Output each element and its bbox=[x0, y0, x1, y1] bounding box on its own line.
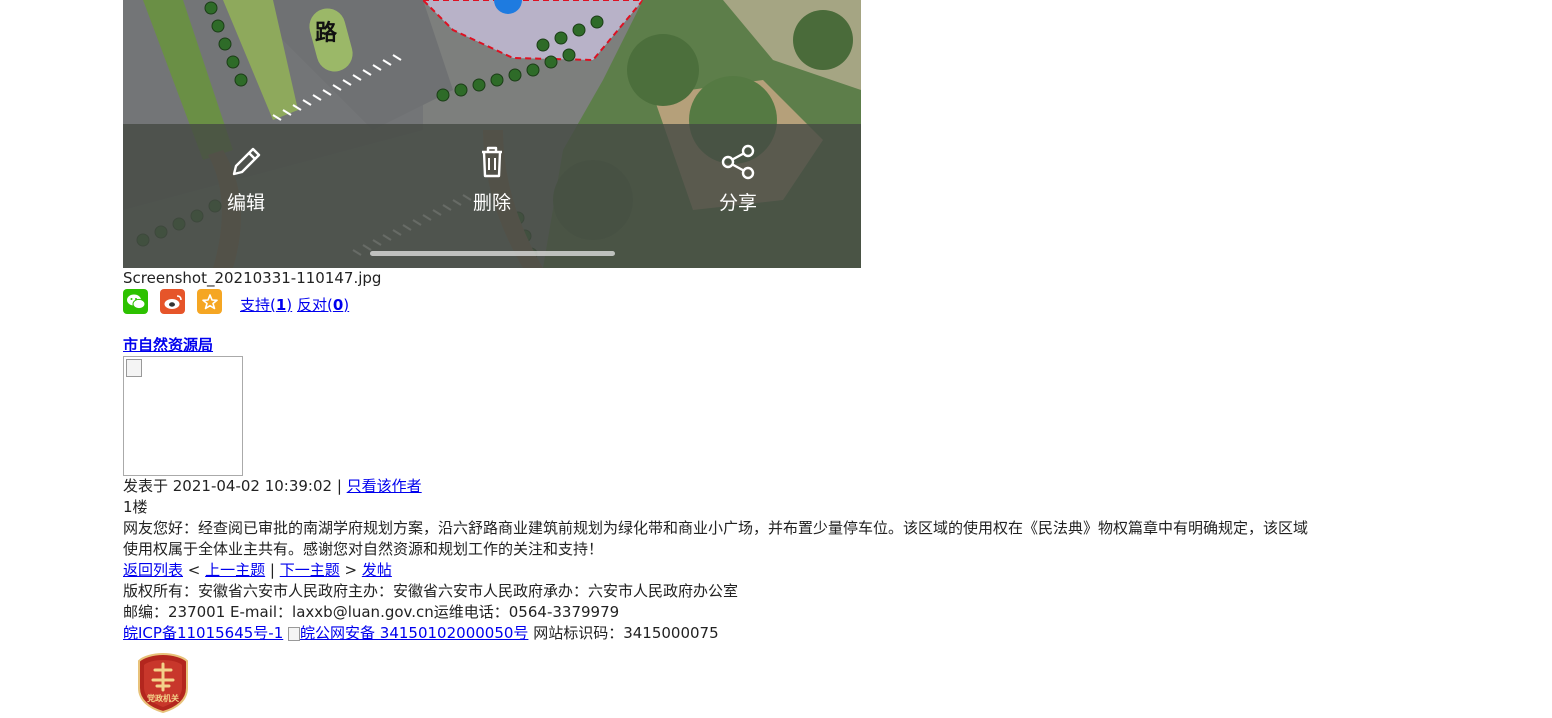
reply-content: 网友您好：经查阅已审批的南湖学府规划方案，沿六舒路商业建筑前规划为绿化带和商业小… bbox=[123, 519, 1309, 558]
prev-topic-link[interactable]: 上一主题 bbox=[205, 561, 265, 579]
only-author-link[interactable]: 只看该作者 bbox=[347, 477, 422, 495]
wechat-icon[interactable] bbox=[123, 289, 148, 314]
support-link[interactable]: 支持(1) bbox=[240, 294, 292, 315]
trash-icon bbox=[482, 146, 502, 178]
home-indicator bbox=[370, 251, 615, 256]
back-to-list-link[interactable]: 返回列表 bbox=[123, 561, 183, 579]
nav-sep-bar: | bbox=[265, 561, 280, 579]
map-road-label: 路 bbox=[315, 20, 338, 46]
party-government-emblem-icon: 党政机关 bbox=[138, 652, 188, 714]
delete-label: 删除 bbox=[472, 192, 511, 214]
share-button[interactable]: 分享 bbox=[688, 142, 788, 215]
reply-author-link[interactable]: 市自然资源局 bbox=[123, 335, 213, 356]
edit-button[interactable]: 编辑 bbox=[196, 142, 296, 215]
against-close: ) bbox=[343, 296, 350, 314]
site-code: 网站标识码：3415000075 bbox=[528, 624, 719, 642]
image-action-bar: 编辑 删除 分享 bbox=[123, 124, 861, 268]
attachment-filename: Screenshot_20210331-110147.jpg bbox=[123, 269, 382, 287]
author-avatar[interactable] bbox=[123, 356, 243, 476]
police-badge-icon bbox=[288, 626, 301, 641]
nav-sep-lt: < bbox=[183, 561, 206, 579]
share-icon bbox=[721, 144, 755, 180]
edit-label: 编辑 bbox=[226, 192, 265, 214]
weibo-icon[interactable] bbox=[160, 289, 185, 314]
favorite-star-icon[interactable] bbox=[197, 289, 222, 314]
against-label: 反对( bbox=[297, 296, 333, 314]
police-record-link[interactable]: 皖公网安备 34150102000050号 bbox=[288, 624, 528, 642]
support-close: ) bbox=[286, 296, 293, 314]
footer-copyright: 版权所有：安徽省六安市人民政府主办：安徽省六安市人民政府承办：六安市人民政府办公… bbox=[123, 582, 739, 600]
pencil-icon bbox=[232, 147, 261, 176]
next-topic-link[interactable]: 下一主题 bbox=[280, 561, 340, 579]
floor-number: 1楼 bbox=[123, 498, 148, 516]
footer-registration: 皖ICP备11015645号-1 皖公网安备 34150102000050号 网… bbox=[123, 623, 719, 644]
badge-text: 党政机关 bbox=[147, 693, 179, 703]
against-count: 0 bbox=[332, 296, 344, 314]
new-post-link[interactable]: 发帖 bbox=[362, 561, 392, 579]
icp-link[interactable]: 皖ICP备11015645号-1 bbox=[123, 624, 283, 642]
broken-image-icon bbox=[126, 359, 142, 377]
nav-sep-gt: > bbox=[339, 561, 362, 579]
share-label: 分享 bbox=[718, 192, 757, 214]
against-link[interactable]: 反对(0) bbox=[297, 294, 349, 315]
attachment-image[interactable]: 路 编辑 删除 分享 bbox=[123, 0, 861, 268]
post-meta: 发表于 2021-04-02 10:39:02 | 只看该作者 bbox=[123, 476, 422, 497]
support-count: 1 bbox=[275, 296, 287, 314]
posted-time: 发表于 2021-04-02 10:39:02 | bbox=[123, 477, 347, 495]
police-record-text: 皖公网安备 34150102000050号 bbox=[300, 624, 529, 642]
party-government-badge[interactable]: 党政机关 bbox=[137, 652, 189, 718]
footer-contact: 邮编：237001 E-mail：laxxb@luan.gov.cn运维电话：0… bbox=[123, 603, 620, 621]
topic-navigation: 返回列表 < 上一主题 | 下一主题 > 发帖 bbox=[123, 560, 392, 581]
delete-button[interactable]: 删除 bbox=[442, 142, 542, 215]
support-label: 支持( bbox=[240, 296, 276, 314]
